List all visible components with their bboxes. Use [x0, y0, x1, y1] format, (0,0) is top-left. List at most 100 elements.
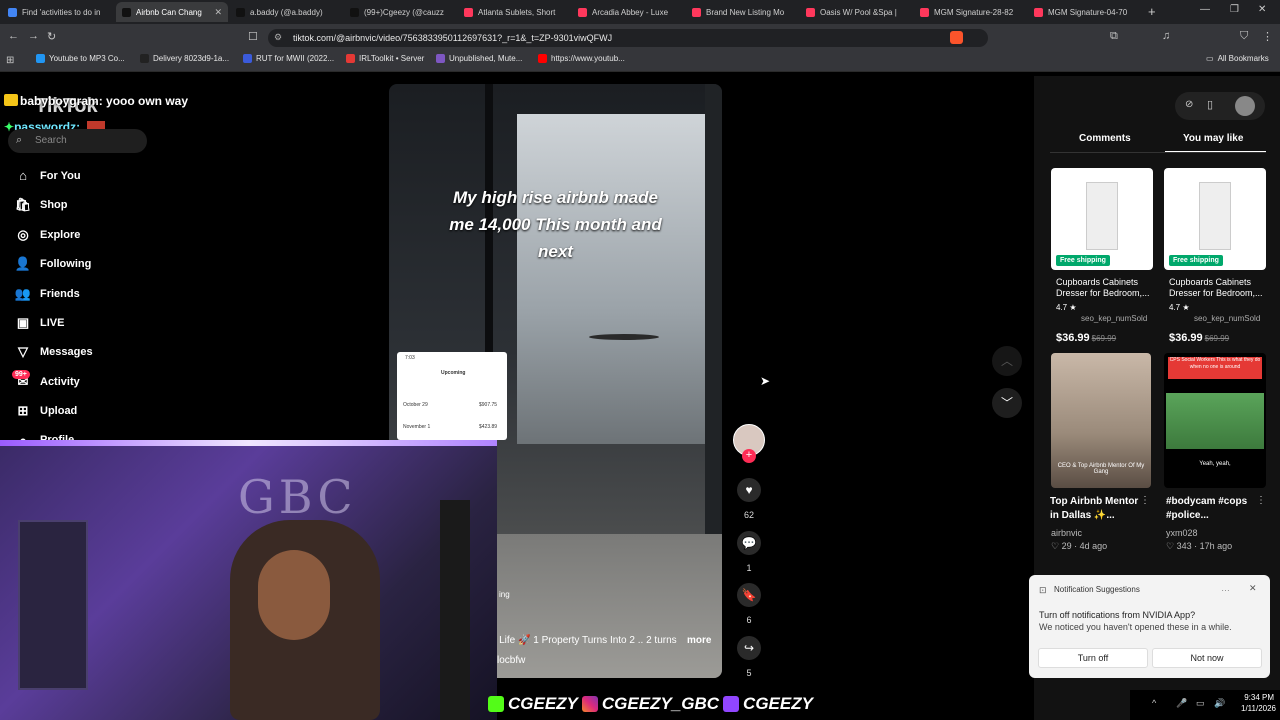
nav-live[interactable]: ▣ LIVE: [14, 315, 65, 331]
notification-more-icon[interactable]: …: [1221, 583, 1230, 593]
tray-chevron-icon[interactable]: ^: [1152, 698, 1156, 708]
tab-strip: Find 'activities to do in Airbnb Can Chan…: [0, 0, 1280, 24]
tab-4[interactable]: Atlanta Sublets, Short: [458, 2, 570, 22]
product-sold: seo_kep_numSold: [1081, 314, 1148, 323]
video-card-author[interactable]: yxm028: [1166, 528, 1198, 538]
clock-date[interactable]: 1/11/2026: [1234, 704, 1276, 713]
tab-2[interactable]: a.baddy (@a.baddy): [230, 2, 342, 22]
url-text[interactable]: tiktok.com/@airbnvic/video/7563833950112…: [293, 33, 612, 43]
clock-time[interactable]: 9:34 PM: [1240, 693, 1274, 702]
bookmark-5[interactable]: https://www.youtub...: [538, 54, 625, 63]
stream-handles-bar: CGEEZY CGEEZY_GBC CGEEZY: [484, 692, 814, 716]
close-window-button[interactable]: ✕: [1258, 4, 1266, 15]
previous-video-button[interactable]: ︿: [992, 346, 1022, 376]
comment-icon[interactable]: 💬: [737, 530, 761, 555]
turn-off-button[interactable]: Turn off: [1038, 648, 1148, 668]
nav-shop[interactable]: 🛍 Shop: [14, 197, 68, 213]
product-price: $36.99 $69.99: [1056, 332, 1116, 344]
profile-avatar[interactable]: [1235, 96, 1255, 116]
all-bookmarks[interactable]: ▭ All Bookmarks: [1206, 54, 1269, 63]
search-box[interactable]: ⌕ Search: [8, 129, 147, 153]
bookmark-1[interactable]: Delivery 8023d9-1a...: [140, 54, 229, 63]
like-icon[interactable]: ♥: [737, 478, 761, 502]
bookmark-label: https://www.youtub...: [551, 54, 625, 63]
next-video-button[interactable]: ﹀: [992, 388, 1022, 418]
product-title[interactable]: Cupboards Cabinets Dresser for Bedroom,.…: [1169, 277, 1265, 299]
tab-title: Oasis W/ Pool &Spa |: [820, 7, 897, 17]
mic-icon[interactable]: 🎤: [1176, 698, 1187, 709]
bookmark-3[interactable]: IRLToolkit • Server: [346, 54, 424, 63]
more-options-icon[interactable]: ⋮: [1256, 495, 1266, 506]
bookmark-label: Unpublished, Mute...: [449, 54, 523, 63]
tab-comments[interactable]: Comments: [1079, 133, 1131, 144]
media-icon[interactable]: ♫: [1162, 30, 1170, 42]
nav-for-you[interactable]: ⌂ For You: [14, 168, 80, 183]
video-handle[interactable]: locbfw: [497, 655, 525, 666]
video-card-title[interactable]: Top Airbnb Mentor in Dallas ✨...: [1050, 495, 1146, 523]
tab-you-may-like[interactable]: You may like: [1183, 133, 1243, 144]
bookmark-icon[interactable]: ☐: [248, 30, 258, 43]
notification-close-icon[interactable]: ✕: [1249, 583, 1257, 594]
network-icon[interactable]: ▭: [1196, 698, 1205, 709]
bookmark-favicon-icon: [538, 54, 547, 63]
video-card-overlay: Yeah, yeah,: [1199, 461, 1231, 467]
minimize-button[interactable]: —: [1200, 4, 1210, 15]
nav-explore[interactable]: ◎ Explore: [14, 227, 80, 243]
activity-badge: 99+: [12, 370, 30, 379]
more-link[interactable]: more: [687, 635, 711, 646]
extensions-icon[interactable]: ⧉: [1110, 30, 1118, 43]
reload-icon[interactable]: ↻: [47, 30, 56, 43]
bookmark-2[interactable]: RUT for MWII (2022...: [243, 54, 334, 63]
shield-icon[interactable]: ⛉: [1240, 30, 1248, 43]
nav-friends[interactable]: 👥 Friends: [14, 286, 80, 302]
close-tab-icon[interactable]: ✕: [214, 7, 222, 18]
product-title[interactable]: Cupboards Cabinets Dresser for Bedroom,.…: [1056, 277, 1152, 299]
price-current: $36.99: [1169, 332, 1203, 344]
tab-0[interactable]: Find 'activities to do in: [2, 2, 114, 22]
tab-5[interactable]: Arcadia Abbey - Luxe: [572, 2, 684, 22]
device-icon[interactable]: ▯: [1207, 98, 1213, 111]
video-card-2[interactable]: CPS Social Workers This is what they do …: [1164, 353, 1266, 488]
new-tab-button[interactable]: +: [1148, 4, 1156, 19]
balcony-table: [589, 334, 659, 340]
site-info-icon[interactable]: ⚙: [274, 32, 282, 43]
search-placeholder[interactable]: Search: [35, 135, 67, 146]
bookmark-icon[interactable]: 🔖: [737, 583, 761, 607]
forward-icon[interactable]: →: [28, 30, 39, 42]
nav-messages[interactable]: ▽ Messages: [14, 344, 93, 360]
apps-icon[interactable]: ⊞: [6, 55, 14, 66]
more-options-icon[interactable]: ⋮: [1140, 495, 1150, 506]
tab-7[interactable]: Oasis W/ Pool &Spa |: [800, 2, 912, 22]
address-bar[interactable]: ⚙ tiktok.com/@airbnvic/video/75638339501…: [268, 29, 988, 47]
nav-following[interactable]: 👤 Following: [14, 256, 91, 272]
video-card-likes: ♡ 29: [1051, 541, 1072, 551]
video-card-stats: ♡ 29 · 4d ago: [1051, 541, 1107, 552]
maximize-button[interactable]: ❐: [1230, 4, 1239, 15]
free-shipping-badge: Free shipping: [1056, 255, 1110, 266]
coin-icon[interactable]: ⊘: [1185, 99, 1193, 110]
nav-upload[interactable]: ⊞ Upload: [14, 403, 78, 419]
nav-label: Friends: [40, 287, 80, 300]
brave-icon[interactable]: [950, 31, 963, 44]
bookmark-0[interactable]: Youtube to MP3 Co...: [36, 54, 125, 63]
video-card-title[interactable]: #bodycam #cops #police...: [1166, 495, 1262, 523]
video-card-1[interactable]: CEO & Top Airbnb Mentor Of My Gang: [1051, 353, 1151, 488]
tab-8[interactable]: MGM Signature-28-82: [914, 2, 1026, 22]
tab-1[interactable]: Airbnb Can Chang ✕: [116, 2, 228, 22]
tab-3[interactable]: (99+)Cgeezy (@cauzz: [344, 2, 456, 22]
nav-icon: ▽: [18, 344, 28, 360]
menu-icon[interactable]: ⋮: [1262, 30, 1273, 43]
back-icon[interactable]: ←: [8, 30, 19, 42]
tab-6[interactable]: Brand New Listing Mo: [686, 2, 798, 22]
share-icon[interactable]: ↪: [737, 635, 761, 660]
bookmark-4[interactable]: Unpublished, Mute...: [436, 54, 522, 63]
nav-label: Upload: [40, 405, 78, 418]
tab-favicon-icon: [8, 7, 17, 17]
follow-plus-icon[interactable]: +: [742, 449, 756, 463]
not-now-button[interactable]: Not now: [1152, 648, 1262, 668]
search-icon: ⌕: [16, 134, 23, 146]
tab-title: MGM Signature-04-70: [1048, 7, 1128, 17]
tab-9[interactable]: MGM Signature-04-70: [1028, 2, 1140, 22]
volume-icon[interactable]: 🔊: [1214, 698, 1225, 709]
video-card-author[interactable]: airbnvic: [1051, 528, 1082, 538]
